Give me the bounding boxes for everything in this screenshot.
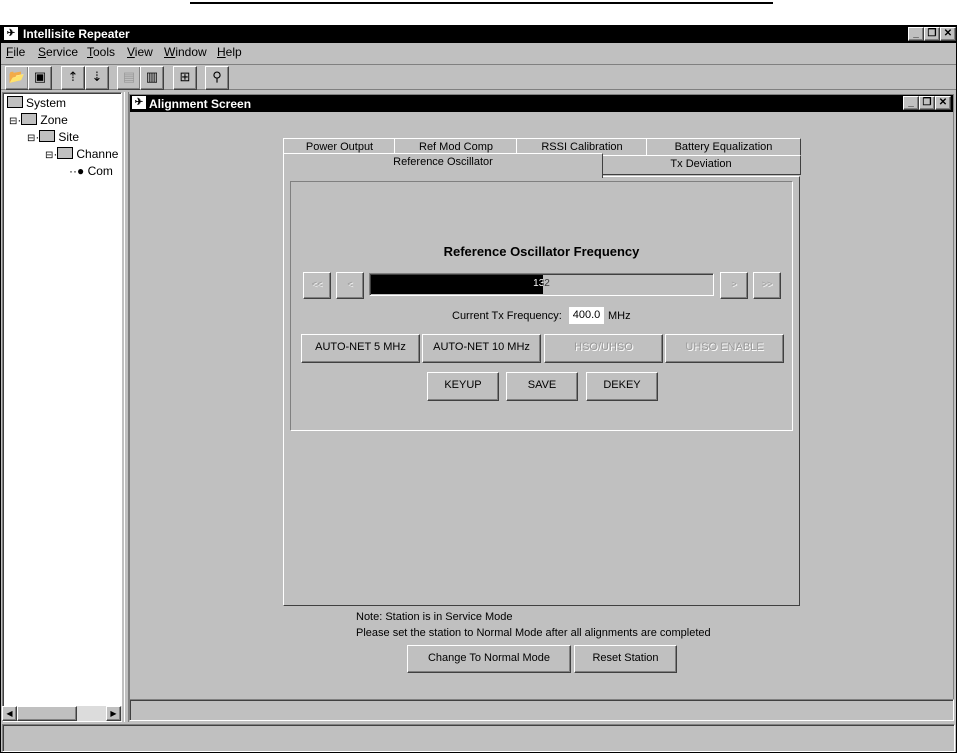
auto-net-10-button[interactable]: AUTO-NET 10 MHz <box>422 334 541 363</box>
slider-value: 132 <box>533 278 550 289</box>
network-tree-icon[interactable]: ⊞ <box>173 66 197 90</box>
nav-next-button[interactable]: > <box>720 272 748 299</box>
tree-pane: System ⊟· Zone ⊟· Site ⊟· Channe ··● Com <box>2 92 122 722</box>
keyup-button[interactable]: KEYUP <box>427 372 499 401</box>
mdi-status-area <box>129 699 954 721</box>
alignment-title: Alignment Screen <box>149 97 252 111</box>
nav-first-button[interactable]: << <box>303 272 331 299</box>
app-minimize-button[interactable]: _ <box>908 27 924 41</box>
tree-item-zone[interactable]: ⊟· Zone <box>9 113 68 127</box>
menu-window[interactable]: Window <box>164 45 207 59</box>
alignment-window: ✈ Alignment Screen _ ❐ ✕ Power Output Re… <box>129 94 954 720</box>
tree-item-com[interactable]: ··● Com <box>69 164 113 178</box>
collapse-icon[interactable]: ⊟ <box>9 116 17 127</box>
nav-last-button[interactable]: >> <box>753 272 781 299</box>
tree-item-site[interactable]: ⊟· Site <box>27 130 79 144</box>
tree-hscrollbar[interactable]: ◀ ▶ <box>2 706 122 721</box>
save-disk-icon[interactable]: ▣ <box>28 66 52 90</box>
menu-view[interactable]: View <box>127 45 153 59</box>
tab-reference-oscillator[interactable]: Reference Oscillator <box>283 153 603 178</box>
top-rule <box>190 2 773 4</box>
freq-value-field[interactable]: 400.0 <box>569 307 604 324</box>
auto-net-5-button[interactable]: AUTO-NET 5 MHz <box>301 334 420 363</box>
alignment-close-button[interactable]: ✕ <box>935 96 951 110</box>
app-close-button[interactable]: ✕ <box>940 27 956 41</box>
change-to-normal-mode-button[interactable]: Change To Normal Mode <box>407 645 571 673</box>
menu-bar: File Service Tools View Window Help <box>1 45 956 63</box>
scroll-right-icon[interactable]: ▶ <box>106 706 121 721</box>
document-icon[interactable]: ▥ <box>140 66 164 90</box>
alignment-minimize-button[interactable]: _ <box>903 96 919 110</box>
app-titlebar[interactable]: ✈ Intellisite Repeater _ ❐ ✕ <box>1 26 956 43</box>
menu-help[interactable]: Help <box>217 45 242 59</box>
menu-service[interactable]: Service <box>38 45 78 59</box>
folder-icon <box>57 147 74 159</box>
uhso-enable-button[interactable]: UHSO ENABLE <box>665 334 784 363</box>
alignment-titlebar[interactable]: ✈ Alignment Screen _ ❐ ✕ <box>130 95 953 112</box>
freq-unit: MHz <box>608 310 631 322</box>
open-folder-icon[interactable]: 📂 <box>5 66 29 90</box>
collapse-icon[interactable]: ⊟ <box>45 150 53 161</box>
hso-uhso-button[interactable]: HSO/UHSO <box>544 334 663 363</box>
folder-icon <box>7 96 23 108</box>
app-logo-icon: ✈ <box>4 27 18 40</box>
normal-mode-instruction: Please set the station to Normal Mode af… <box>356 627 711 639</box>
alignment-restore-button[interactable]: ❐ <box>919 96 935 110</box>
folder-icon <box>39 130 56 142</box>
menu-file[interactable]: File <box>6 45 25 59</box>
freq-label: Current Tx Frequency: <box>452 310 562 322</box>
download-icon[interactable]: ⇣ <box>85 66 109 90</box>
menu-tools[interactable]: Tools <box>87 45 115 59</box>
collapse-icon[interactable]: ⊟ <box>27 133 35 144</box>
service-mode-note: Note: Station is in Service Mode <box>356 611 513 623</box>
toolbar: 📂 ▣ ⇡ ⇣ ▤ ▥ ⊞ ⚲ <box>1 64 956 90</box>
section-title: Reference Oscillator Frequency <box>443 244 640 259</box>
nav-prev-button[interactable]: < <box>336 272 364 299</box>
upload-icon[interactable]: ⇡ <box>61 66 85 90</box>
status-bar <box>2 724 955 752</box>
tree-connector-icon: ··● <box>69 164 85 178</box>
app-window: ✈ Intellisite Repeater _ ❐ ✕ File Servic… <box>0 25 957 753</box>
tree-item-channel[interactable]: ⊟· Channe <box>45 147 118 161</box>
dekey-button[interactable]: DEKEY <box>586 372 658 401</box>
scroll-left-icon[interactable]: ◀ <box>2 706 17 721</box>
app-title: Intellisite Repeater <box>23 27 130 41</box>
scroll-thumb[interactable] <box>17 706 77 721</box>
binoculars-icon[interactable]: ⚲ <box>205 66 229 90</box>
tree-item-system[interactable]: System <box>7 96 66 110</box>
tab-panel: Reference Oscillator Frequency << < 132 … <box>283 176 800 606</box>
folder-icon <box>21 113 38 125</box>
app-restore-button[interactable]: ❐ <box>924 27 940 41</box>
tab-tx-deviation[interactable]: Tx Deviation <box>601 155 801 175</box>
print-icon[interactable]: ▤ <box>117 66 141 90</box>
save-button[interactable]: SAVE <box>506 372 578 401</box>
oscillator-slider[interactable]: 132 <box>369 273 714 296</box>
reset-station-button[interactable]: Reset Station <box>574 645 677 673</box>
alignment-window-icon: ✈ <box>132 96 146 109</box>
